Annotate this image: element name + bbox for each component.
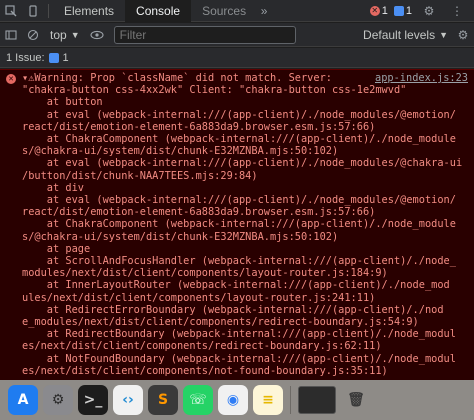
message-icon	[393, 5, 404, 16]
live-expression-eye-icon[interactable]	[86, 24, 108, 46]
issues-label: 1 Issue:	[6, 51, 45, 64]
stack-line: at eval (webpack-internal:///(app-client…	[22, 157, 463, 170]
error-icon: ✕	[6, 74, 16, 84]
context-selector[interactable]: top ▼	[44, 28, 86, 42]
dock-divider	[290, 386, 291, 414]
vscode-icon[interactable]: ‹›	[113, 385, 143, 415]
chrome-icon[interactable]: ◉	[218, 385, 248, 415]
minimized-window-thumbnail[interactable]	[298, 386, 336, 414]
more-options-icon[interactable]: ⋮	[446, 0, 468, 22]
chevron-down-icon: ▼	[439, 29, 448, 40]
notes-icon[interactable]: ≡	[253, 385, 283, 415]
error-icon: ✕	[369, 5, 380, 16]
log-levels-label: Default levels	[363, 27, 436, 42]
system-settings-icon[interactable]: ⚙	[43, 385, 73, 415]
console-output: ✕ app-index.js:23 ▾⚠Warning: Prop `class…	[0, 69, 474, 380]
log-levels-dropdown[interactable]: Default levels ▼	[363, 28, 452, 42]
console-settings-gear-icon[interactable]: ⚙	[452, 24, 474, 46]
error-count-badge[interactable]: ✕ 1	[369, 4, 388, 17]
stack-line: at RedirectErrorBoundary (webpack-intern…	[22, 303, 444, 316]
stack-line: es/next/dist/client/components/not-found…	[22, 364, 388, 377]
stack-line: "chakra-button css-4xx2wk" Client: "chak…	[22, 84, 407, 97]
stack-line: s/@chakra-ui/system/dist/chunk-E32MZNBA.…	[22, 145, 339, 158]
macos-dock: A ⚙ >_ ‹› S ☏ ◉ ≡ 🗑	[0, 380, 474, 420]
toggle-sidebar-icon[interactable]	[0, 24, 22, 46]
tab-console[interactable]: Console	[125, 0, 192, 22]
tab-sources[interactable]: Sources	[191, 0, 257, 22]
stack-line: e_modules/next/dist/client/components/re…	[22, 316, 419, 329]
stack-line: s/@chakra-ui/system/dist/chunk-E32MZNBA.…	[22, 230, 339, 243]
tab-elements[interactable]: Elements	[53, 0, 125, 22]
inspect-element-icon[interactable]	[0, 0, 22, 22]
whatsapp-icon[interactable]: ☏	[183, 385, 213, 415]
console-toolbar: top ▼ Default levels ▼ ⚙	[0, 23, 474, 47]
stack-line: at NotFoundBoundary (webpack-internal://…	[22, 352, 456, 365]
more-tabs-icon[interactable]: »	[257, 0, 271, 22]
stack-line: react/dist/emotion-element-6a883da9.brow…	[22, 206, 376, 219]
context-label: top	[50, 27, 67, 42]
terminal-icon[interactable]: >_	[78, 385, 108, 415]
stack-line: at eval (webpack-internal:///(app-client…	[22, 194, 456, 207]
stack-line: at ChakraComponent (webpack-internal:///…	[22, 218, 456, 231]
stack-line: modules/next/dist/client/components/layo…	[22, 267, 388, 280]
issue-icon	[48, 52, 59, 63]
settings-gear-icon[interactable]: ⚙	[418, 0, 440, 22]
issues-count: 1	[62, 51, 69, 64]
sublime-text-icon[interactable]: S	[148, 385, 178, 415]
stack-line: react/dist/emotion-element-6a883da9.brow…	[22, 120, 376, 133]
stack-line: at page	[22, 242, 91, 255]
clear-console-icon[interactable]	[22, 24, 44, 46]
message-count: 1	[405, 4, 412, 17]
devtools-tab-bar: Elements Console Sources » ✕ 1 1 ⚙ ⋮	[0, 0, 474, 22]
error-count: 1	[381, 4, 388, 17]
stack-line: at RedirectBoundary (webpack-internal://…	[22, 328, 456, 341]
error-stack-trace[interactable]: ▾⚠Warning: Prop `className` did not matc…	[22, 72, 470, 377]
issues-bar[interactable]: 1 Issue: 1	[0, 48, 474, 68]
device-toolbar-icon[interactable]	[22, 0, 44, 22]
stack-line: at div	[22, 181, 84, 194]
tab-divider	[48, 3, 49, 18]
message-count-badge[interactable]: 1	[393, 4, 412, 17]
app-store-icon[interactable]: A	[8, 385, 38, 415]
stack-line: at eval (webpack-internal:///(app-client…	[22, 108, 456, 121]
stack-line: at ChakraComponent (webpack-internal:///…	[22, 133, 456, 146]
stack-line: at ScrollAndFocusHandler (webpack-intern…	[22, 255, 456, 268]
filter-input[interactable]	[113, 25, 296, 44]
stack-line: at button	[22, 96, 103, 109]
trash-icon[interactable]: 🗑	[341, 385, 371, 415]
stack-line: ules/next/dist/client/components/layout-…	[22, 291, 376, 304]
stack-line: ▾⚠Warning: Prop `className` did not matc…	[22, 72, 332, 84]
stack-line: at InnerLayoutRouter (webpack-internal:/…	[22, 279, 450, 292]
stack-line: es/next/dist/client/components/redirect-…	[22, 340, 382, 353]
stack-line: /button/dist/chunk-NAA7TEES.mjs:29:84)	[22, 169, 258, 182]
chevron-down-icon: ▼	[70, 29, 80, 40]
